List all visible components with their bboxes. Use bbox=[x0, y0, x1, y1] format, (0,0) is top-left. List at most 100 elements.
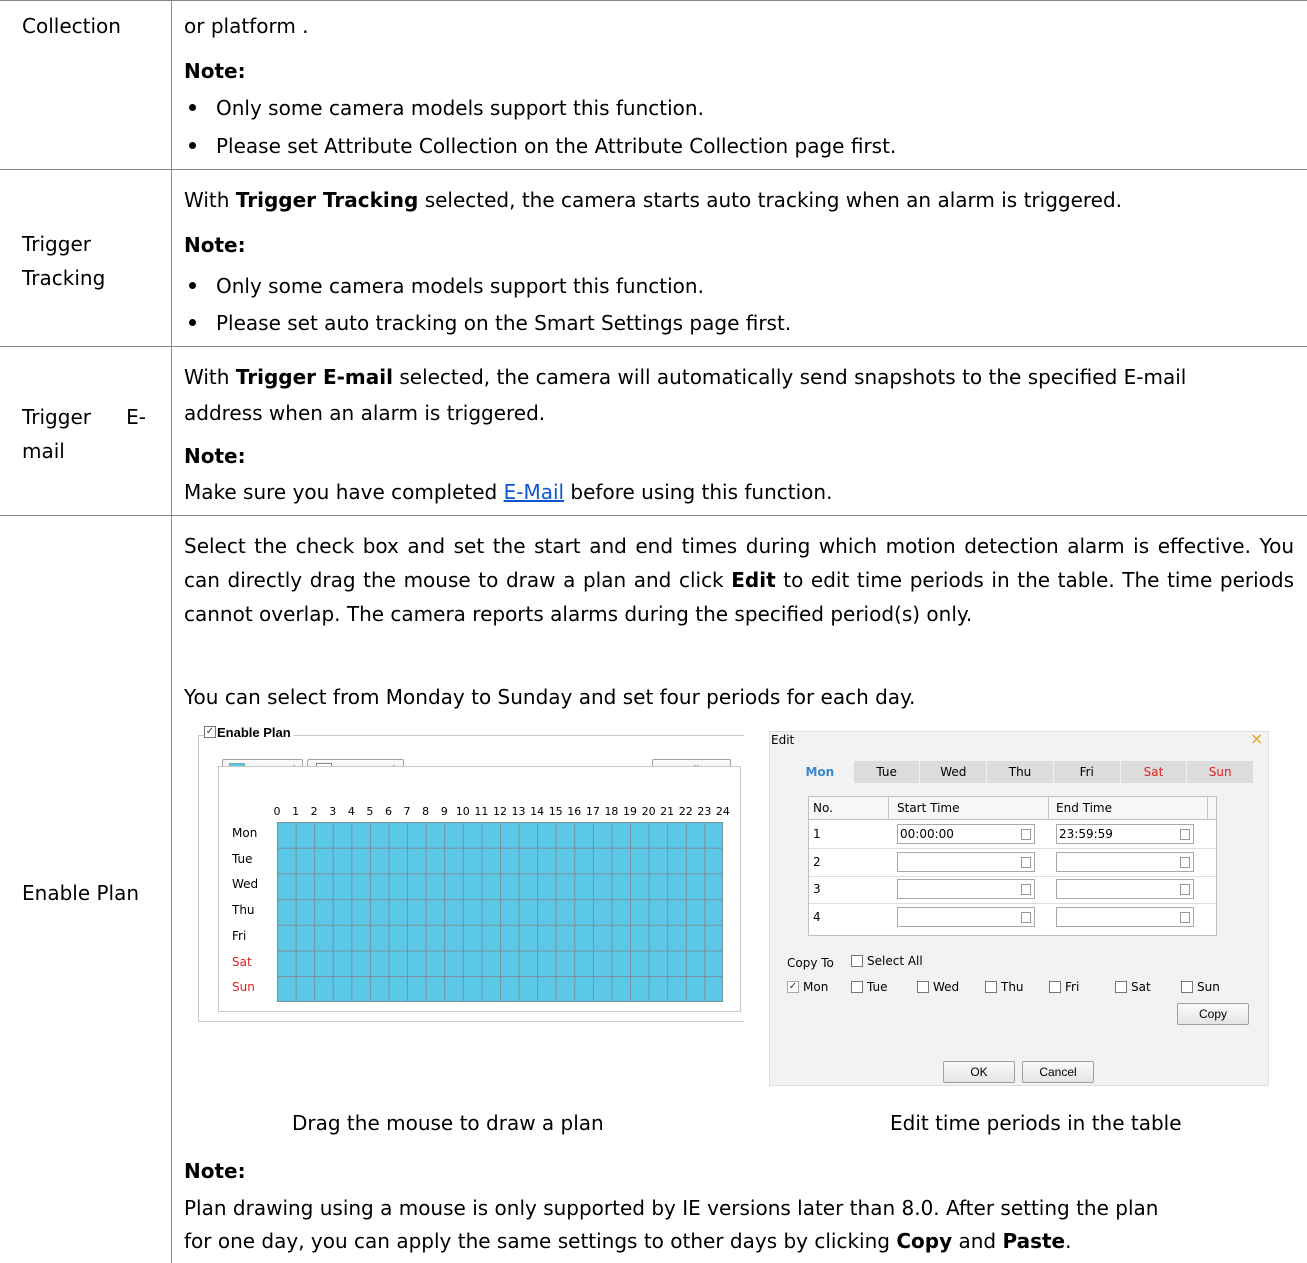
trigger-email-text-line2: address when an alarm is triggered. bbox=[184, 401, 546, 425]
bullet-icon bbox=[189, 282, 196, 289]
enable-plan-checkbox[interactable]: ✓ Enable Plan bbox=[204, 725, 294, 740]
copy-button[interactable]: Copy bbox=[1177, 1003, 1249, 1025]
row-label-enable-plan: Enable Plan bbox=[22, 881, 140, 905]
day-label: Mon bbox=[232, 826, 258, 840]
hour-label: 24 bbox=[715, 805, 730, 818]
checkbox-icon bbox=[917, 980, 929, 993]
table-row: 1 00:00:00 23:59:59 bbox=[809, 821, 1216, 849]
close-icon[interactable]: × bbox=[1250, 729, 1263, 748]
row-divider bbox=[0, 169, 1307, 170]
list-item: Only some camera models support this fun… bbox=[189, 270, 704, 303]
copy-day-checkbox[interactable]: Wed bbox=[917, 980, 959, 994]
clock-icon[interactable] bbox=[1021, 884, 1031, 895]
day-label: Wed bbox=[232, 877, 259, 892]
cancel-button[interactable]: Cancel bbox=[1022, 1061, 1094, 1083]
table-header bbox=[809, 797, 1216, 820]
trigger-email-text-line1: With Trigger E-mail selected, the camera… bbox=[184, 365, 1187, 389]
note-label: Note: bbox=[184, 444, 246, 468]
tab-fri[interactable]: Fri bbox=[1053, 761, 1121, 783]
note-label: Note: bbox=[184, 59, 246, 83]
clock-icon[interactable] bbox=[1021, 829, 1031, 840]
caption-right: Edit time periods in the table bbox=[890, 1111, 1182, 1135]
list-item: Only some camera models support this fun… bbox=[189, 92, 704, 125]
bullet-icon bbox=[189, 104, 196, 111]
ok-button[interactable]: OK bbox=[943, 1061, 1015, 1083]
copy-day-checkbox[interactable]: Thu bbox=[985, 980, 1024, 994]
row-number: 3 bbox=[813, 882, 821, 896]
copy-day-checkbox[interactable]: Tue bbox=[851, 980, 888, 994]
hour-label: 4 bbox=[347, 805, 355, 818]
hour-label: 18 bbox=[604, 805, 619, 818]
hour-label: 5 bbox=[366, 805, 374, 818]
hour-label: 22 bbox=[678, 805, 693, 818]
start-time-input[interactable] bbox=[897, 851, 1035, 872]
copy-day-checkbox[interactable]: ✓ Mon bbox=[787, 980, 828, 994]
trigger-tracking-text: With Trigger Tracking selected, the came… bbox=[184, 188, 1123, 212]
list-item: Please set auto tracking on the Smart Se… bbox=[189, 307, 791, 340]
collection-text: or platform . bbox=[184, 14, 309, 38]
table-row: 3 bbox=[809, 876, 1216, 904]
table-row: 2 bbox=[809, 849, 1216, 877]
clock-icon[interactable] bbox=[1180, 829, 1190, 840]
end-time-input[interactable]: 23:59:59 bbox=[1056, 824, 1194, 844]
list-item: Please set Attribute Collection on the A… bbox=[189, 130, 896, 163]
end-time-input[interactable] bbox=[1056, 906, 1194, 927]
row-number: 2 bbox=[813, 854, 821, 869]
hour-label: 9 bbox=[440, 805, 448, 818]
copy-day-checkbox[interactable]: Fri bbox=[1049, 980, 1079, 994]
clock-icon[interactable] bbox=[1021, 856, 1031, 868]
hour-label: 16 bbox=[567, 805, 582, 818]
copy-day-checkbox[interactable]: Sat bbox=[1115, 980, 1151, 994]
hour-label: 19 bbox=[623, 805, 638, 818]
day-label: Tue bbox=[232, 851, 253, 866]
row-number: 4 bbox=[813, 909, 821, 924]
end-time-input[interactable] bbox=[1056, 851, 1194, 872]
tab-sat[interactable]: Sat bbox=[1120, 761, 1188, 783]
hour-label: 1 bbox=[292, 805, 300, 818]
header-divider bbox=[1048, 797, 1049, 819]
hour-label: 23 bbox=[697, 805, 712, 818]
start-time-input[interactable] bbox=[897, 906, 1035, 927]
checkbox-icon bbox=[985, 980, 997, 993]
plan-grid[interactable] bbox=[277, 822, 723, 1002]
periods-table: No. Start Time End Time 1 00:00:00 23:59:5… bbox=[808, 796, 1217, 936]
clock-icon[interactable] bbox=[1021, 911, 1031, 923]
note-label: Note: bbox=[184, 1159, 246, 1183]
tab-mon[interactable]: Mon bbox=[787, 761, 854, 783]
start-time-input[interactable] bbox=[897, 879, 1035, 899]
hour-label: 0 bbox=[273, 805, 281, 818]
clock-icon[interactable] bbox=[1180, 911, 1190, 923]
tab-wed[interactable]: Wed bbox=[920, 761, 988, 783]
row-number: 1 bbox=[813, 827, 821, 841]
row-divider bbox=[0, 346, 1307, 347]
end-time-input[interactable] bbox=[1056, 879, 1194, 899]
start-time-input[interactable]: 00:00:00 bbox=[897, 824, 1035, 844]
tab-sun[interactable]: Sun bbox=[1187, 761, 1255, 783]
row-divider bbox=[0, 515, 1307, 516]
hour-label: 10 bbox=[455, 805, 470, 818]
tab-tue[interactable]: Tue bbox=[853, 761, 921, 783]
table-row: 4 bbox=[809, 904, 1216, 931]
note-label: Note: bbox=[184, 233, 246, 257]
checkbox-icon bbox=[1049, 980, 1061, 993]
clock-icon[interactable] bbox=[1180, 856, 1190, 868]
checkbox-icon bbox=[851, 980, 863, 993]
caption-left: Drag the mouse to draw a plan bbox=[292, 1111, 604, 1135]
copy-day-checkbox[interactable]: Sun bbox=[1181, 980, 1220, 994]
table-top-border bbox=[0, 0, 1307, 1]
day-label: Sun bbox=[232, 980, 255, 995]
email-link[interactable]: E-Mail bbox=[504, 480, 564, 504]
clock-icon[interactable] bbox=[1180, 884, 1190, 895]
hour-label: 17 bbox=[585, 805, 600, 818]
checkbox-checked-icon: ✓ bbox=[787, 980, 799, 993]
dialog-title: Edit bbox=[771, 733, 795, 747]
header-divider bbox=[888, 797, 889, 819]
day-label: Sat bbox=[232, 954, 252, 969]
hour-label: 21 bbox=[660, 805, 675, 818]
row-label-collection: Collection bbox=[22, 14, 121, 38]
plan-note-text: Plan drawing using a mouse is only suppo… bbox=[184, 1196, 1159, 1253]
tab-thu[interactable]: Thu bbox=[987, 761, 1054, 783]
select-all-checkbox[interactable]: Select All bbox=[851, 954, 923, 968]
col-start-time: Start Time bbox=[897, 801, 960, 815]
hour-label: 6 bbox=[384, 805, 392, 818]
